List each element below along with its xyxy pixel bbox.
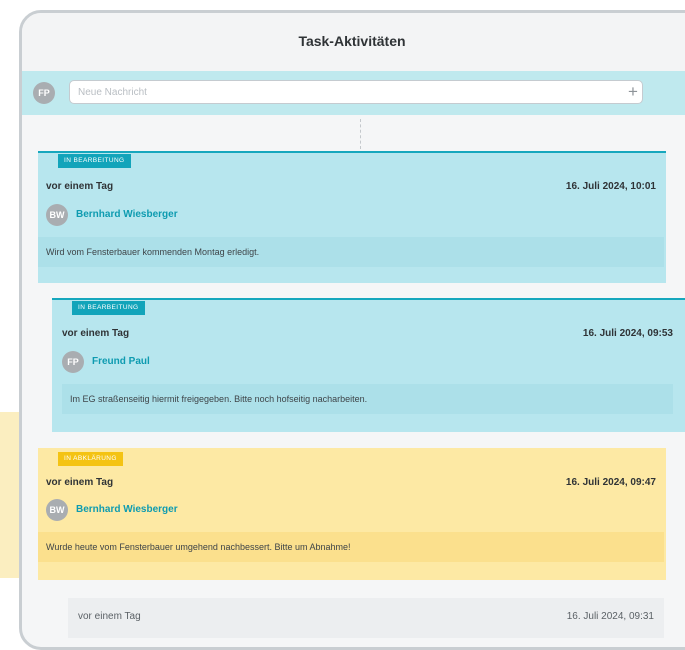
message-text: Wurde heute vom Fensterbauer umgehend na… [38, 532, 664, 562]
activity-card: IN ABKLÄRUNG vor einem Tag 16. Juli 2024… [38, 448, 666, 580]
avatar: BW [46, 499, 68, 521]
timeline-connector [360, 119, 361, 149]
avatar: FP [62, 351, 84, 373]
message-composer: FP + [22, 71, 685, 115]
timestamp: 16. Juli 2024, 09:53 [582, 328, 673, 339]
timestamp: 16. Juli 2024, 09:47 [565, 477, 656, 488]
relative-time: vor einem Tag [46, 181, 114, 192]
title-bar: Task-Aktivitäten [22, 13, 685, 72]
timestamp: 16. Juli 2024, 09:31 [566, 611, 654, 622]
page-title: Task-Aktivitäten [298, 33, 406, 49]
author-link[interactable]: Bernhard Wiesberger [76, 504, 178, 515]
relative-time: vor einem Tag [78, 611, 141, 622]
avatar: FP [33, 82, 55, 104]
timestamp: 16. Juli 2024, 10:01 [565, 181, 656, 192]
message-text: Wird vom Fensterbauer kommenden Montag e… [38, 237, 664, 267]
status-badge: IN BEARBEITUNG [58, 154, 131, 168]
status-badge: IN ABKLÄRUNG [58, 452, 123, 466]
author-link[interactable]: Bernhard Wiesberger [76, 209, 178, 220]
message-text: Im EG straßenseitig hiermit freigegeben.… [62, 384, 673, 414]
relative-time: vor einem Tag [46, 477, 114, 488]
plus-icon[interactable]: + [622, 80, 644, 104]
new-message-input[interactable] [69, 80, 643, 104]
author-link[interactable]: Freund Paul [92, 356, 150, 367]
avatar: BW [46, 204, 68, 226]
relative-time: vor einem Tag [62, 328, 130, 339]
activity-card: IN BEARBEITUNG vor einem Tag 16. Juli 20… [38, 151, 666, 283]
activity-card: IN BEARBEITUNG vor einem Tag 16. Juli 20… [52, 298, 685, 432]
status-badge: IN BEARBEITUNG [72, 301, 145, 315]
activity-card: vor einem Tag 16. Juli 2024, 09:31 [68, 598, 664, 638]
